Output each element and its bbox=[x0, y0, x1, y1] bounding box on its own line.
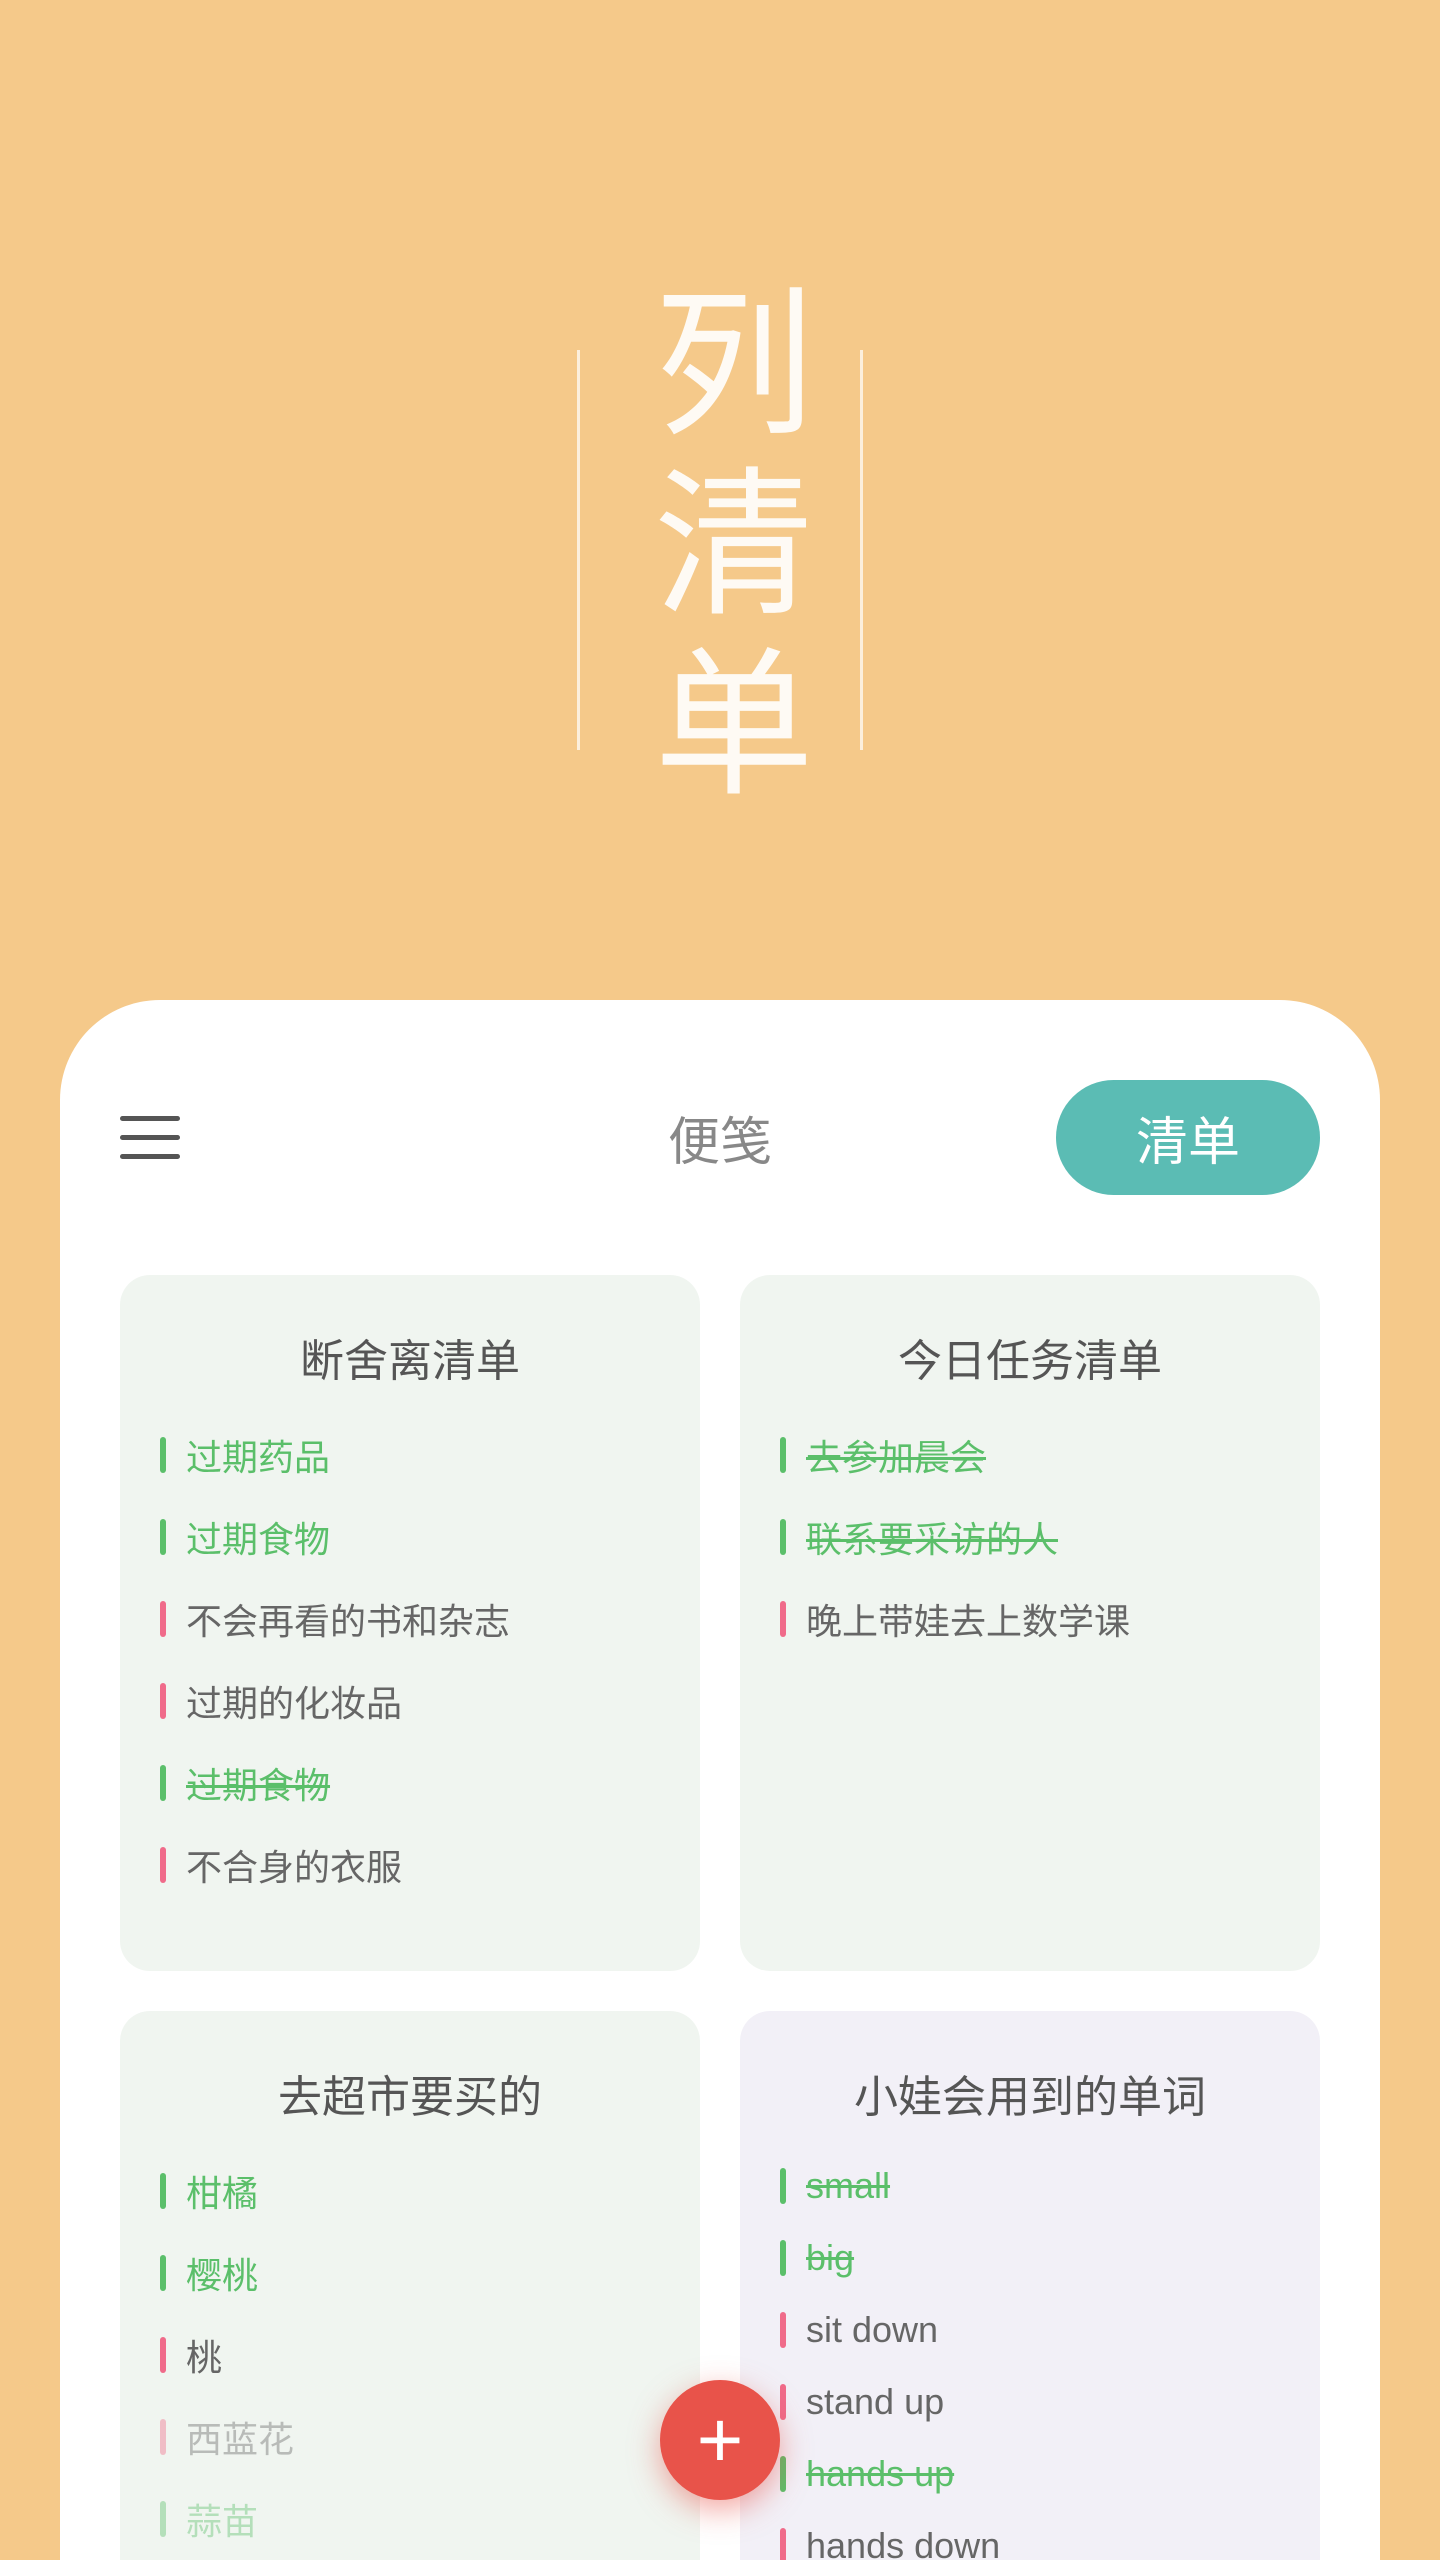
list-item: 樱桃 bbox=[160, 2247, 660, 2299]
item-text: stand up bbox=[806, 2381, 944, 2423]
list-item: 联系要采访的人 bbox=[780, 1511, 1280, 1563]
cards-grid: 断舍离清单 过期药品 过期食物 不会再看的书和杂志 过期的化妆品 过期食物 bbox=[120, 1275, 1320, 2560]
item-text: sit down bbox=[806, 2309, 938, 2351]
list-item: stand up bbox=[780, 2381, 1280, 2423]
list-item: 晚上带娃去上数学课 bbox=[780, 1593, 1280, 1645]
list-item: small bbox=[780, 2165, 1280, 2207]
title-line-right bbox=[860, 350, 863, 750]
list-item: 不会再看的书和杂志 bbox=[160, 1593, 660, 1645]
item-text: 柑橘 bbox=[186, 2165, 258, 2217]
nav-note-tab[interactable]: 便笺 bbox=[668, 1100, 772, 1175]
nav-bar: 便笺 清单 bbox=[120, 1080, 1320, 1195]
main-card: 便笺 清单 断舍离清单 过期药品 过期食物 不会再看的书和杂志 过期的化妆品 bbox=[60, 1000, 1380, 2560]
card-tasks-title: 今日任务清单 bbox=[780, 1325, 1280, 1389]
item-text: 不会再看的书和杂志 bbox=[186, 1593, 510, 1645]
card-supermarket: 去超市要买的 柑橘 樱桃 桃 西蓝花 蒜苗 bbox=[120, 2011, 700, 2560]
item-text: 过期药品 bbox=[186, 1429, 330, 1481]
item-text: 桃 bbox=[186, 2329, 222, 2381]
item-bar bbox=[780, 2168, 786, 2204]
header-area: 列清单 bbox=[0, 0, 1440, 1100]
list-item: 过期食物 bbox=[160, 1757, 660, 1809]
app-title: 列清单 bbox=[580, 280, 860, 820]
card-words: 小娃会用到的单词 small big sit down stand up han… bbox=[740, 2011, 1320, 2560]
card-danshe-title: 断舍离清单 bbox=[160, 1325, 660, 1389]
title-container: 列清单 bbox=[577, 280, 863, 820]
item-text: 樱桃 bbox=[186, 2247, 258, 2299]
item-text: 西蓝花 bbox=[186, 2411, 294, 2463]
item-bar bbox=[780, 2240, 786, 2276]
item-text: 不合身的衣服 bbox=[186, 1839, 402, 1891]
item-text: 过期食物 bbox=[186, 1511, 330, 1563]
hamburger-menu-button[interactable] bbox=[120, 1116, 180, 1159]
item-text: big bbox=[806, 2237, 854, 2279]
item-bar bbox=[780, 1519, 786, 1555]
list-item: 西蓝花 bbox=[160, 2411, 660, 2463]
item-bar bbox=[160, 1601, 166, 1637]
item-bar bbox=[160, 1683, 166, 1719]
item-text: 过期食物 bbox=[186, 1757, 330, 1809]
item-bar bbox=[160, 1437, 166, 1473]
item-text: hands down bbox=[806, 2525, 1000, 2560]
list-item: 桃 bbox=[160, 2329, 660, 2381]
list-item: 过期药品 bbox=[160, 1429, 660, 1481]
item-bar bbox=[780, 2528, 786, 2560]
item-bar bbox=[160, 2173, 166, 2209]
item-bar bbox=[160, 2255, 166, 2291]
item-bar bbox=[780, 2456, 786, 2492]
card-danshe: 断舍离清单 过期药品 过期食物 不会再看的书和杂志 过期的化妆品 过期食物 bbox=[120, 1275, 700, 1971]
item-text: 晚上带娃去上数学课 bbox=[806, 1593, 1130, 1645]
item-text: 蒜苗 bbox=[186, 2493, 258, 2545]
item-bar bbox=[160, 1847, 166, 1883]
list-item: sit down bbox=[780, 2309, 1280, 2351]
item-bar bbox=[160, 2337, 166, 2373]
list-item: 过期食物 bbox=[160, 1511, 660, 1563]
nav-list-tab[interactable]: 清单 bbox=[1056, 1080, 1320, 1195]
item-text: 去参加晨会 bbox=[806, 1429, 986, 1481]
list-item: 柑橘 bbox=[160, 2165, 660, 2217]
list-item: hands down bbox=[780, 2525, 1280, 2560]
item-text: 过期的化妆品 bbox=[186, 1675, 402, 1727]
item-bar bbox=[160, 2501, 166, 2537]
list-item: 去参加晨会 bbox=[780, 1429, 1280, 1481]
item-text: small bbox=[806, 2165, 890, 2207]
list-item: hands up bbox=[780, 2453, 1280, 2495]
list-item: big bbox=[780, 2237, 1280, 2279]
item-bar bbox=[160, 2419, 166, 2455]
card-supermarket-title: 去超市要买的 bbox=[160, 2061, 660, 2125]
item-bar bbox=[780, 1601, 786, 1637]
item-bar bbox=[160, 1765, 166, 1801]
list-item: 蒜苗 bbox=[160, 2493, 660, 2545]
add-button[interactable]: + bbox=[660, 2380, 780, 2500]
item-bar bbox=[780, 2384, 786, 2420]
item-text: hands up bbox=[806, 2453, 954, 2495]
item-bar bbox=[780, 1437, 786, 1473]
item-text: 联系要采访的人 bbox=[806, 1511, 1058, 1563]
list-item: 过期的化妆品 bbox=[160, 1675, 660, 1727]
list-item: 不合身的衣服 bbox=[160, 1839, 660, 1891]
item-bar bbox=[780, 2312, 786, 2348]
item-bar bbox=[160, 1519, 166, 1555]
card-tasks: 今日任务清单 去参加晨会 联系要采访的人 晚上带娃去上数学课 bbox=[740, 1275, 1320, 1971]
card-words-title: 小娃会用到的单词 bbox=[780, 2061, 1280, 2125]
